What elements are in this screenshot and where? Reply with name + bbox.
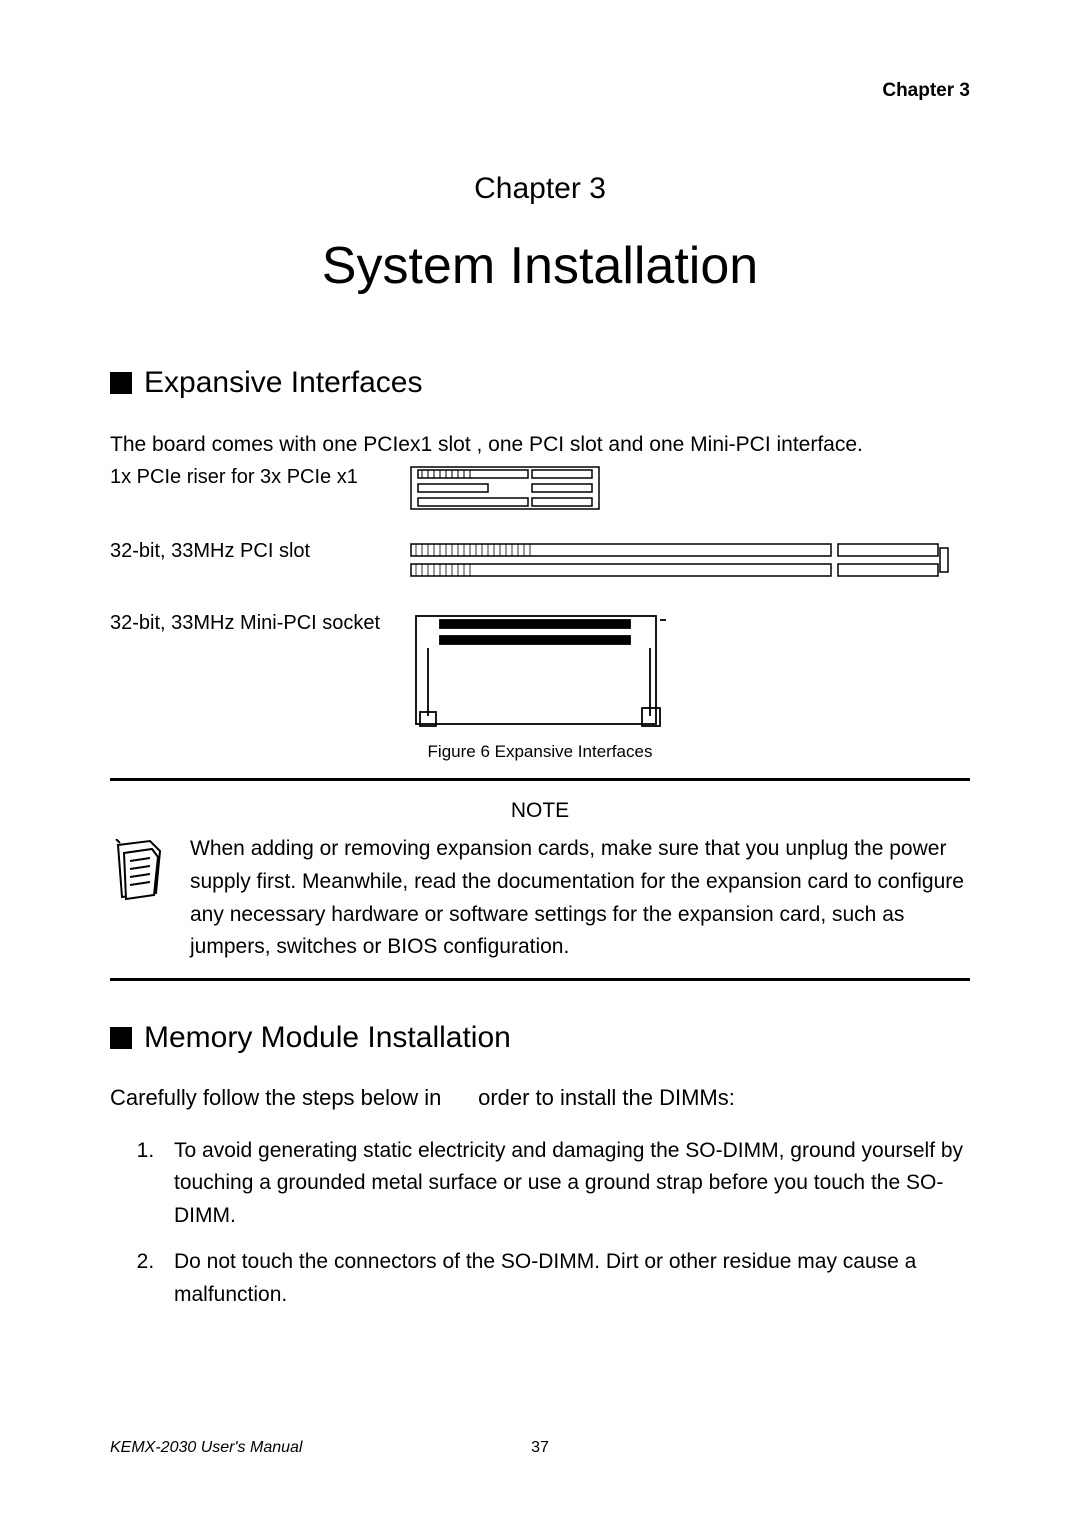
interface-row: 32-bit, 33MHz PCI slot bbox=[110, 540, 970, 582]
divider bbox=[110, 778, 970, 781]
note-body: When adding or removing expansion cards,… bbox=[110, 833, 970, 963]
expansive-intro: The board comes with one PCIex1 slot , o… bbox=[110, 430, 970, 460]
figure-caption: Figure 6 Expansive Interfaces bbox=[110, 742, 970, 762]
heading-text: Memory Module Installation bbox=[144, 1021, 511, 1055]
subhead-part-a: Carefully follow the steps below in bbox=[110, 1085, 441, 1110]
note-text: When adding or removing expansion cards,… bbox=[190, 833, 970, 963]
footer: 37 KEMX-2030 User's Manual bbox=[110, 1439, 970, 1457]
interface-row: 32-bit, 33MHz Mini-PCI socket bbox=[110, 612, 970, 732]
heading-text: Expansive Interfaces bbox=[144, 366, 422, 400]
subhead-part-b: order to install the DIMMs: bbox=[478, 1085, 735, 1110]
square-bullet-icon bbox=[110, 372, 132, 394]
note-icon bbox=[110, 833, 170, 963]
pcie-slot-diagram bbox=[410, 466, 970, 510]
page: Chapter 3 Chapter 3 System Installation … bbox=[0, 0, 1080, 1527]
section-heading-memory: Memory Module Installation bbox=[110, 1021, 970, 1055]
section-heading-expansive: Expansive Interfaces bbox=[110, 366, 970, 400]
chapter-line: Chapter 3 bbox=[110, 172, 970, 206]
mini-pci-label: 32-bit, 33MHz Mini-PCI socket bbox=[110, 612, 410, 635]
page-number: 37 bbox=[110, 1439, 970, 1457]
list-item: Do not touch the connectors of the SO-DI… bbox=[160, 1246, 970, 1311]
page-title: System Installation bbox=[110, 236, 970, 296]
interface-row: 1x PCIe riser for 3x PCIe x1 bbox=[110, 466, 970, 510]
header-chapter: Chapter 3 bbox=[110, 80, 970, 102]
install-steps: To avoid generating static electricity a… bbox=[110, 1135, 970, 1312]
divider bbox=[110, 978, 970, 981]
list-item: To avoid generating static electricity a… bbox=[160, 1135, 970, 1233]
pci-slot-label: 32-bit, 33MHz PCI slot bbox=[110, 540, 410, 563]
square-bullet-icon bbox=[110, 1027, 132, 1049]
note-title: NOTE bbox=[110, 799, 970, 823]
mini-pci-diagram bbox=[410, 612, 970, 732]
pci-slot-diagram bbox=[410, 540, 970, 582]
pcie-riser-label: 1x PCIe riser for 3x PCIe x1 bbox=[110, 466, 410, 489]
interfaces-block: 1x PCIe riser for 3x PCIe x1 bbox=[110, 466, 970, 732]
memory-subhead: Carefully follow the steps below in orde… bbox=[110, 1085, 970, 1111]
